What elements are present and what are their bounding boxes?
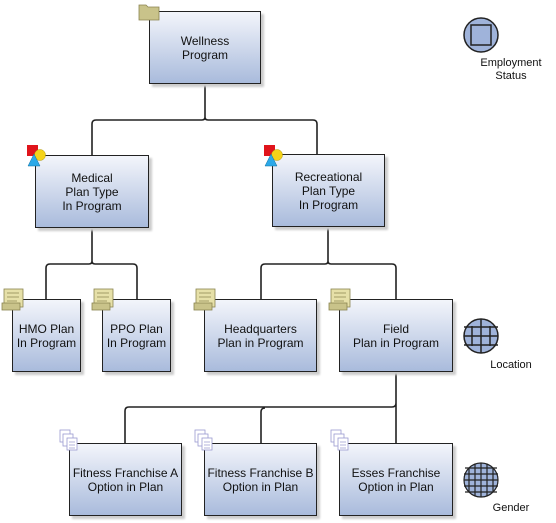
documents-icon (59, 429, 78, 451)
plan-type-icon (264, 145, 283, 167)
eligibility-hierarchy-diagram: Wellness Program Medical Plan Type In Pr… (0, 0, 556, 523)
legend-employment-status-label: Employment Status (480, 57, 542, 82)
plan-type-icon (27, 145, 46, 167)
scroll-icon (91, 288, 114, 311)
scroll-icon (193, 288, 216, 311)
legend-gender-label: Gender (492, 502, 530, 514)
scroll-icon (1, 288, 24, 311)
documents-icon (330, 429, 349, 451)
folder-icon (138, 4, 160, 21)
documents-icon (194, 429, 213, 451)
legend-location-label: Location (490, 359, 532, 371)
scroll-icon (328, 288, 351, 311)
